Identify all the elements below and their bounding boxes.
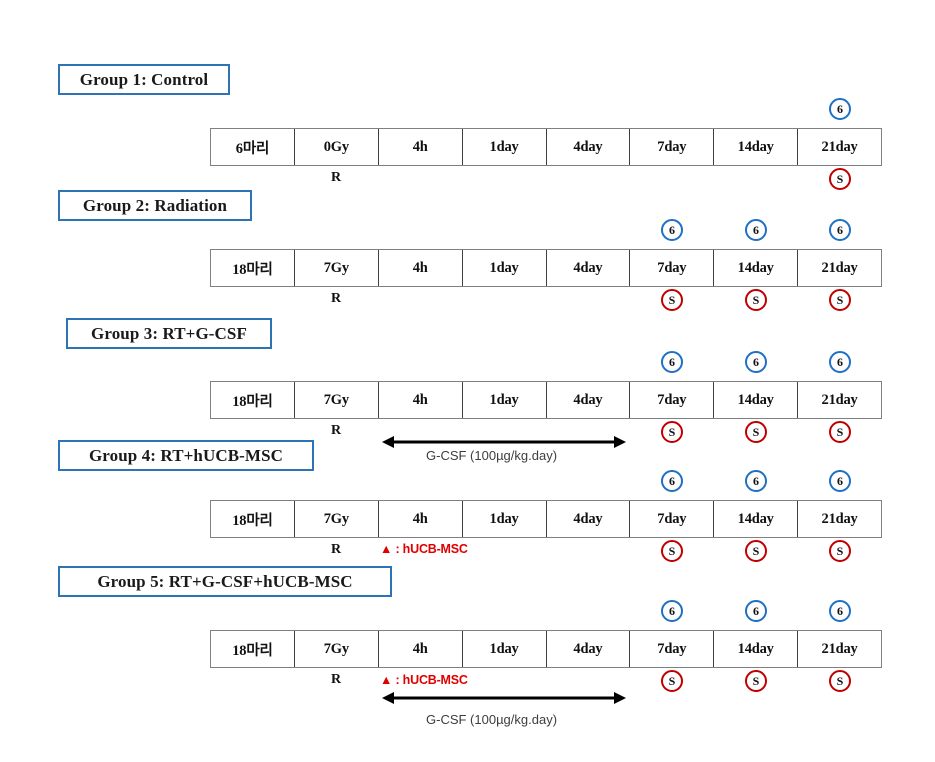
- sacrifice-badge: S: [745, 421, 767, 443]
- timeline-cell-1day: 1day: [463, 631, 547, 667]
- timeline-cell-animals: 18마리: [211, 382, 295, 418]
- sacrifice-badge: S: [745, 289, 767, 311]
- group-header-5: Group 5: RT+G-CSF+hUCB-MSC: [58, 566, 392, 597]
- radiation-marker-5: R: [331, 672, 342, 687]
- timeline-cell-4day: 4day: [547, 129, 631, 165]
- sacrifice-badge: S: [661, 421, 683, 443]
- animal-count-badge: 6: [661, 600, 683, 622]
- radiation-marker-3: R: [331, 423, 342, 438]
- animal-count-badge: 6: [661, 219, 683, 241]
- gcsf-dose-caption: G-CSF (100µg/kg.day): [426, 448, 558, 463]
- animal-count-badge: 6: [829, 351, 851, 373]
- timeline-cell-dose: 7Gy: [295, 250, 379, 286]
- timeline-cell-1day: 1day: [463, 250, 547, 286]
- timeline-cell-21day: 21day: [821, 510, 858, 527]
- sacrifice-badge: S: [829, 540, 851, 562]
- timeline-cell-14day: 14day: [714, 250, 799, 286]
- animal-count-badge: 6: [829, 219, 851, 241]
- radiation-marker-4: R: [331, 542, 342, 557]
- timeline-cell-animals: 18마리: [211, 631, 295, 667]
- timeline-cell-21day: 21day: [821, 391, 858, 408]
- study-design-diagram: Group 1: Control 6마리 0Gy 4h 1day 4day 7day 14da…: [0, 0, 935, 762]
- sacrifice-badge: S: [745, 670, 767, 692]
- timeline-cell-4day: 4day: [547, 501, 631, 537]
- sacrifice-badge: S: [829, 289, 851, 311]
- timeline-cell-21day: 21day: [821, 138, 858, 155]
- animal-count-badge: 6: [745, 600, 767, 622]
- sacrifice-badge: S: [829, 168, 851, 190]
- timeline-table-5: 18마리 7Gy 4h 1day 4day 7day 14day 21day: [210, 630, 882, 668]
- timeline-cell-4h: 4h: [379, 382, 463, 418]
- timeline-cell-1day: 1day: [463, 501, 547, 537]
- animal-count-badge: 6: [661, 351, 683, 373]
- timeline-cell-21day: 21day: [821, 259, 858, 276]
- timeline-table-1: 6마리 0Gy 4h 1day 4day 7day 14day 21day: [210, 128, 882, 166]
- sacrifice-badge: S: [661, 289, 683, 311]
- animal-count-badge: 6: [745, 470, 767, 492]
- group-header-2: Group 2: Radiation: [58, 190, 252, 221]
- timeline-cell-1day: 1day: [463, 129, 547, 165]
- timeline-cell-dose: 7Gy: [295, 501, 379, 537]
- sacrifice-badge: S: [661, 670, 683, 692]
- sacrifice-badge: S: [661, 540, 683, 562]
- sacrifice-badge: S: [745, 540, 767, 562]
- timeline-cell-7day: 7day: [630, 501, 715, 537]
- hucb-msc-marker: ▲ : hUCB-MSC: [380, 673, 468, 687]
- radiation-marker-2: R: [331, 291, 342, 306]
- timeline-table-3: 18마리 7Gy 4h 1day 4day 7day 14day 21day: [210, 381, 882, 419]
- timeline-cell-1day: 1day: [463, 382, 547, 418]
- animal-count-badge: 6: [829, 470, 851, 492]
- timeline-cell-14day: 14day: [714, 129, 799, 165]
- timeline-cell-4h: 4h: [379, 250, 463, 286]
- timeline-cell-7day: 7day: [630, 129, 715, 165]
- timeline-cell-dose: 0Gy: [295, 129, 379, 165]
- radiation-marker-1: R: [331, 170, 342, 185]
- animal-count-badge: 6: [745, 351, 767, 373]
- timeline-cell-14day: 14day: [714, 631, 799, 667]
- timeline-cell-dose: 7Gy: [295, 631, 379, 667]
- timeline-cell-14day: 14day: [714, 382, 799, 418]
- timeline-cell-7day: 7day: [630, 631, 715, 667]
- timeline-cell-4h: 4h: [379, 631, 463, 667]
- timeline-table-4: 18마리 7Gy 4h 1day 4day 7day 14day 21day: [210, 500, 882, 538]
- animal-count-badge: 6: [661, 470, 683, 492]
- timeline-cell-4day: 4day: [547, 250, 631, 286]
- timeline-cell-4day: 4day: [547, 382, 631, 418]
- hucb-msc-marker: ▲ : hUCB-MSC: [380, 542, 468, 556]
- timeline-cell-21day: 21day: [821, 640, 858, 657]
- timeline-cell-animals: 18마리: [211, 501, 295, 537]
- timeline-cell-dose: 7Gy: [295, 382, 379, 418]
- gcsf-duration-arrow: [382, 690, 626, 706]
- animal-count-badge: 6: [829, 98, 851, 120]
- timeline-cell-7day: 7day: [630, 382, 715, 418]
- timeline-cell-4h: 4h: [379, 129, 463, 165]
- animal-count-badge: 6: [745, 219, 767, 241]
- group-header-1: Group 1: Control: [58, 64, 230, 95]
- timeline-cell-14day: 14day: [714, 501, 799, 537]
- sacrifice-badge: S: [829, 670, 851, 692]
- gcsf-dose-caption: G-CSF (100µg/kg.day): [426, 712, 558, 727]
- timeline-cell-animals: 18마리: [211, 250, 295, 286]
- group-header-3: Group 3: RT+G-CSF: [66, 318, 272, 349]
- timeline-cell-7day: 7day: [630, 250, 715, 286]
- timeline-table-2: 18마리 7Gy 4h 1day 4day 7day 14day 21day: [210, 249, 882, 287]
- timeline-cell-4day: 4day: [547, 631, 631, 667]
- sacrifice-badge: S: [829, 421, 851, 443]
- timeline-cell-4h: 4h: [379, 501, 463, 537]
- group-header-4: Group 4: RT+hUCB-MSC: [58, 440, 314, 471]
- timeline-cell-animals: 6마리: [211, 129, 295, 165]
- animal-count-badge: 6: [829, 600, 851, 622]
